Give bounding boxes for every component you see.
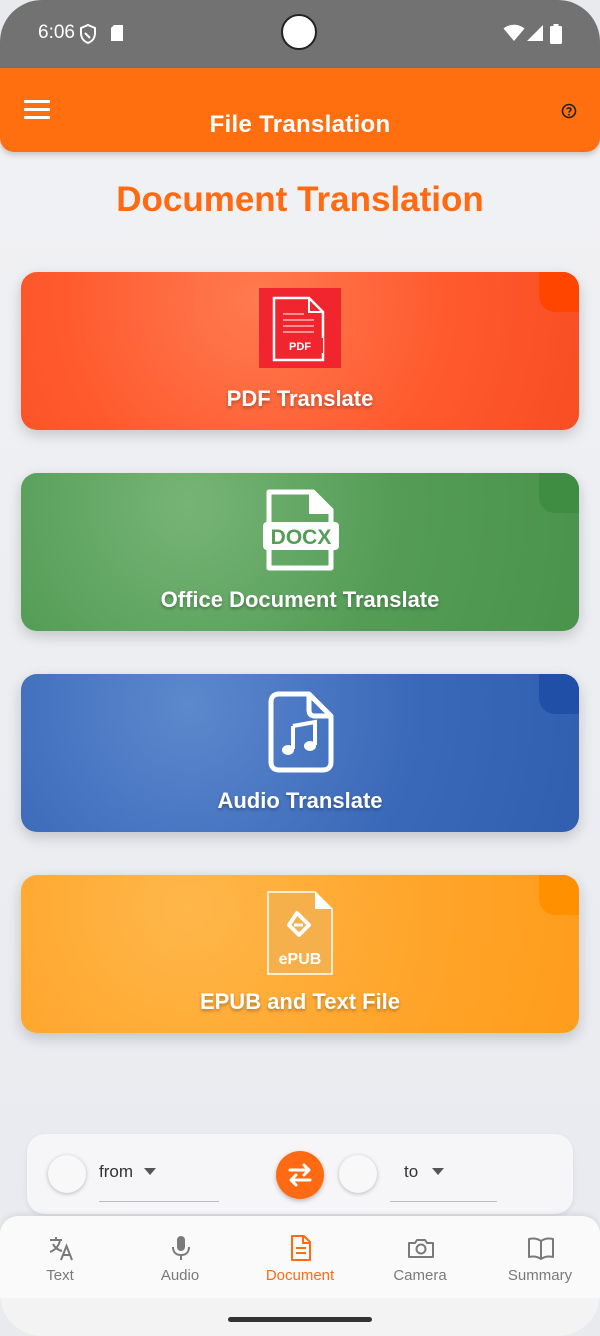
- wifi-icon: [503, 24, 525, 41]
- nav-item-text[interactable]: Text: [0, 1216, 120, 1298]
- nav-item-audio[interactable]: Audio: [120, 1216, 240, 1298]
- app-bar: File Translation: [0, 68, 600, 152]
- to-label: to: [404, 1162, 419, 1181]
- card-corner-accent: [539, 272, 579, 312]
- sim-card-icon: [111, 25, 123, 41]
- office-document-translate-card[interactable]: DOCX Office Document Translate: [21, 473, 579, 631]
- language-selector-bar: from to: [27, 1134, 573, 1214]
- epub-icon-text: ePUB: [279, 951, 322, 968]
- pdf-translate-card[interactable]: PDF PDF Translate: [21, 272, 579, 430]
- pdf-icon-text: PDF: [289, 341, 311, 353]
- source-language-dropdown[interactable]: from: [99, 1154, 219, 1202]
- camera-icon: [408, 1239, 434, 1258]
- page-title: Document Translation: [116, 180, 484, 219]
- card-corner-accent: [539, 875, 579, 915]
- signal-icon: [527, 25, 543, 41]
- microphone-icon: [172, 1236, 190, 1260]
- app-bar-title: File Translation: [209, 111, 391, 138]
- nav-item-document[interactable]: Document: [240, 1216, 360, 1298]
- card-label: Office Document Translate: [160, 587, 440, 612]
- chevron-down-icon: [144, 1168, 156, 1175]
- battery-icon: [550, 24, 562, 44]
- home-indicator[interactable]: [228, 1317, 372, 1322]
- card-label: PDF Translate: [226, 386, 374, 411]
- audio-translate-card[interactable]: Audio Translate: [21, 674, 579, 832]
- nav-label: Audio: [160, 1267, 200, 1284]
- translate-icon: [49, 1237, 73, 1261]
- shield-icon: [80, 24, 96, 44]
- from-label: from: [99, 1162, 133, 1181]
- chevron-down-icon: [432, 1168, 444, 1175]
- camera-cutout: [281, 14, 317, 50]
- nav-label: Text: [46, 1267, 74, 1284]
- card-label: EPUB and Text File: [199, 989, 401, 1014]
- help-circle-icon[interactable]: [561, 103, 577, 119]
- target-language-flag[interactable]: [339, 1155, 377, 1193]
- nav-label: Summary: [507, 1267, 573, 1284]
- card-label: Audio Translate: [217, 788, 383, 813]
- status-time: 6:06: [38, 22, 75, 43]
- source-language-flag[interactable]: [48, 1155, 86, 1193]
- nav-label: Document: [265, 1267, 335, 1284]
- status-bar: 6:06: [0, 0, 600, 68]
- document-icon: [291, 1235, 311, 1261]
- swap-arrows-icon: [288, 1163, 312, 1187]
- bottom-navigation: Text Audio Document Camera Summary: [0, 1216, 600, 1298]
- epub-file-icon: ePUB: [267, 891, 333, 975]
- phone-screen: 6:06 File Translation Document Translati…: [0, 0, 600, 1336]
- swap-languages-button[interactable]: [276, 1151, 324, 1199]
- dropdown-underline: [390, 1201, 497, 1202]
- pdf-file-icon: PDF: [259, 288, 341, 368]
- docx-file-icon: DOCX: [263, 489, 339, 571]
- epub-and-text-file-card[interactable]: ePUB EPUB and Text File: [21, 875, 579, 1033]
- audio-file-icon: [268, 691, 334, 773]
- card-corner-accent: [539, 674, 579, 714]
- book-icon: [528, 1237, 554, 1260]
- dropdown-underline: [99, 1201, 219, 1202]
- nav-label: Camera: [393, 1267, 447, 1284]
- card-corner-accent: [539, 473, 579, 513]
- nav-item-summary[interactable]: Summary: [480, 1216, 600, 1298]
- nav-item-camera[interactable]: Camera: [360, 1216, 480, 1298]
- target-language-dropdown[interactable]: to: [390, 1154, 497, 1202]
- docx-icon-text: DOCX: [271, 526, 332, 549]
